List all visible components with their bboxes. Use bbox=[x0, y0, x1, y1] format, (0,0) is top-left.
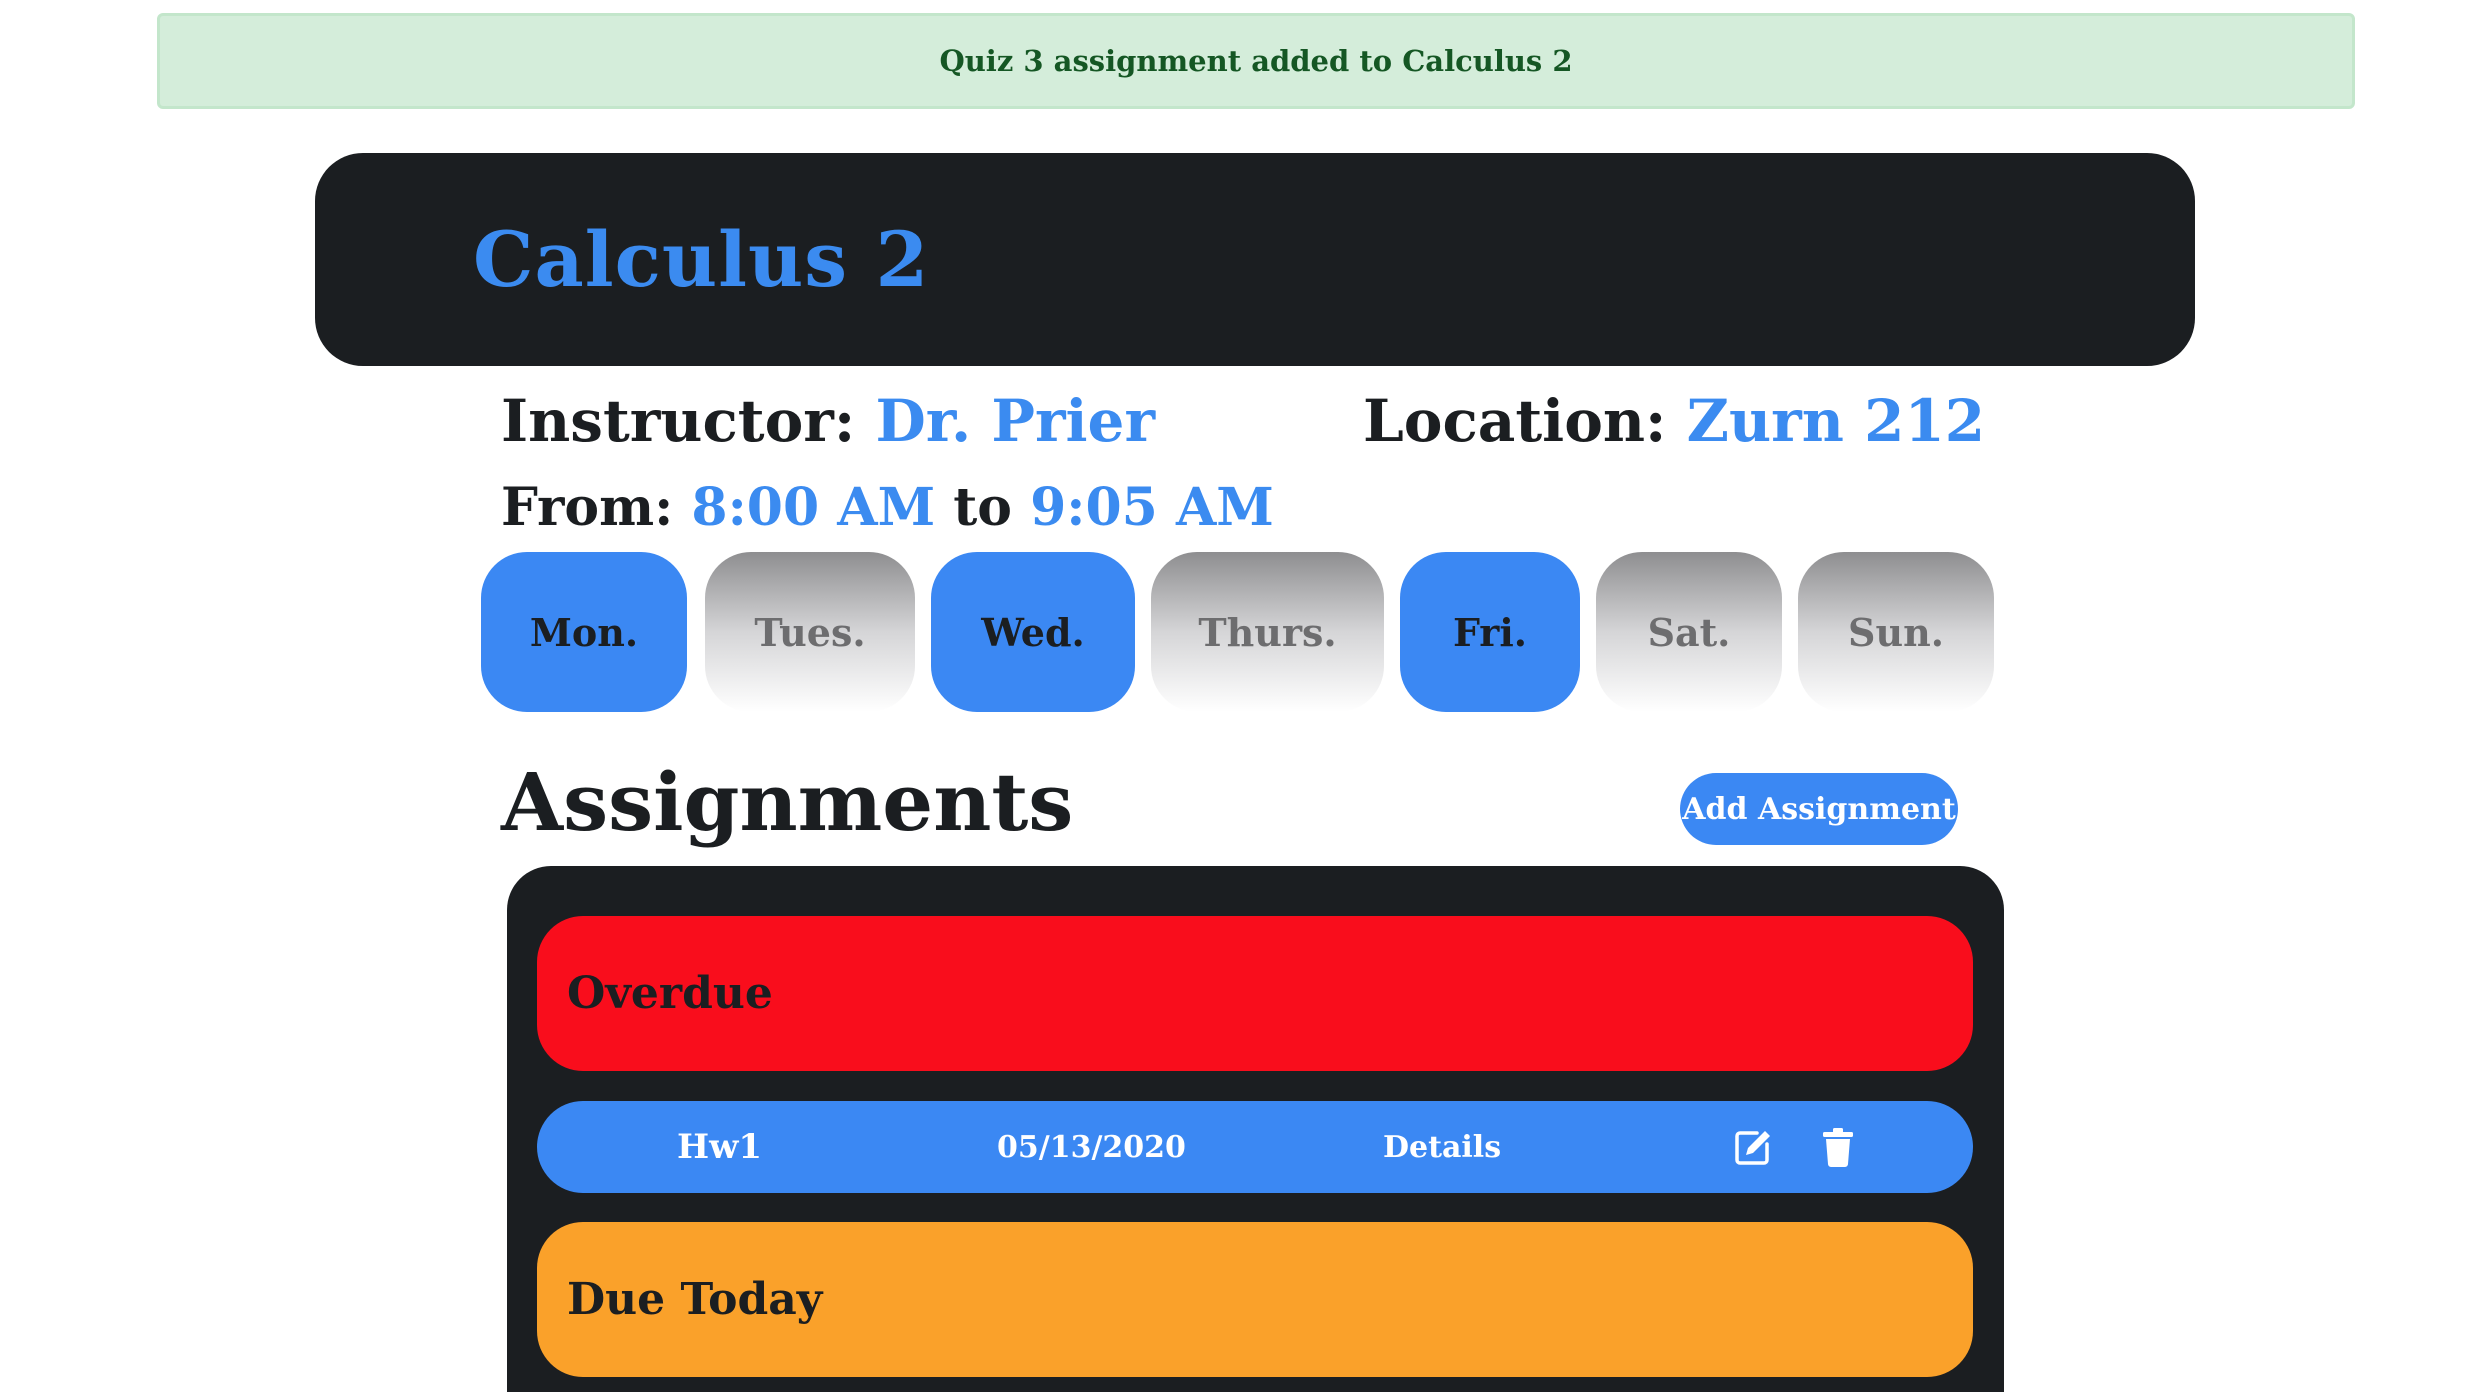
instructor-label: Instructor: bbox=[501, 387, 856, 455]
end-time: 9:05 AM bbox=[1030, 477, 1274, 538]
overdue-group-header: Overdue bbox=[537, 916, 1973, 1071]
from-label: From: bbox=[501, 477, 674, 538]
overdue-label: Overdue bbox=[567, 968, 773, 1019]
alert-message: Quiz 3 assignment added to Calculus 2 bbox=[939, 44, 1573, 78]
location-value: Zurn 212 bbox=[1686, 387, 1986, 455]
location-label: Location: bbox=[1363, 387, 1667, 455]
to-label: to bbox=[953, 477, 1012, 538]
day-monday[interactable]: Mon. bbox=[481, 552, 687, 712]
day-sunday-label: Sun. bbox=[1848, 609, 1944, 655]
day-tuesday[interactable]: Tues. bbox=[705, 552, 915, 712]
day-friday[interactable]: Fri. bbox=[1400, 552, 1580, 712]
day-thursday[interactable]: Thurs. bbox=[1151, 552, 1384, 712]
edit-icon[interactable] bbox=[1733, 1127, 1773, 1167]
time-info: From: 8:00 AM to 9:05 AM bbox=[501, 482, 1274, 534]
day-saturday-label: Sat. bbox=[1647, 609, 1731, 655]
assignment-details-link[interactable]: Details bbox=[1383, 1101, 1501, 1193]
assignments-panel: Overdue Hw1 05/13/2020 Details Due Today bbox=[507, 866, 2004, 1392]
assignment-name: Hw1 bbox=[677, 1127, 763, 1167]
assignments-heading: Assignments bbox=[501, 755, 1074, 849]
day-friday-label: Fri. bbox=[1453, 609, 1527, 655]
start-time: 8:00 AM bbox=[691, 477, 936, 538]
course-header: Calculus 2 bbox=[315, 153, 2195, 366]
day-thursday-label: Thurs. bbox=[1198, 609, 1337, 655]
day-tuesday-label: Tues. bbox=[754, 609, 866, 655]
day-monday-label: Mon. bbox=[529, 609, 639, 655]
assignment-row: Hw1 05/13/2020 Details bbox=[537, 1101, 1973, 1193]
day-wednesday-label: Wed. bbox=[981, 609, 1085, 655]
day-saturday[interactable]: Sat. bbox=[1596, 552, 1782, 712]
trash-icon[interactable] bbox=[1821, 1127, 1861, 1167]
add-assignment-button[interactable]: Add Assignment bbox=[1680, 773, 1958, 845]
course-title: Calculus 2 bbox=[473, 215, 930, 304]
assignment-due-date: 05/13/2020 bbox=[997, 1129, 1186, 1165]
day-wednesday[interactable]: Wed. bbox=[931, 552, 1135, 712]
instructor-info: Instructor: Dr. Prier bbox=[501, 392, 1155, 450]
location-info: Location: Zurn 212 bbox=[1363, 392, 1985, 450]
success-alert: Quiz 3 assignment added to Calculus 2 bbox=[157, 13, 2355, 109]
instructor-name: Dr. Prier bbox=[875, 387, 1156, 455]
due-today-label: Due Today bbox=[567, 1274, 823, 1325]
day-sunday[interactable]: Sun. bbox=[1798, 552, 1994, 712]
due-today-group-header: Due Today bbox=[537, 1222, 1973, 1377]
